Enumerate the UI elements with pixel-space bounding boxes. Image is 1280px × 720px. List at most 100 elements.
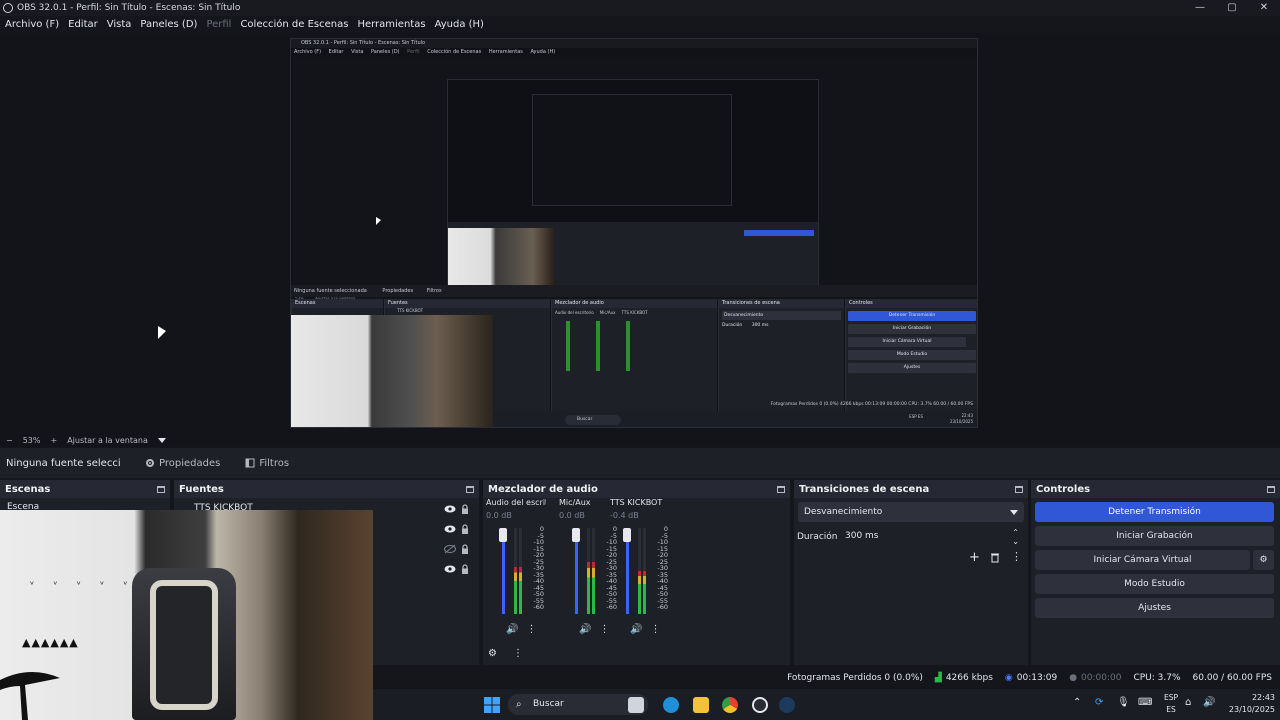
spin-down-icon[interactable]: ⌄ (1012, 533, 1019, 551)
mixer-channel: TTS KICKBOT -0.4 dB 0 -5 -10 -15 -20 -25 -30 -35-… (610, 498, 670, 643)
nested-menu-item: Colección de Escenas (427, 49, 482, 55)
trash-icon[interactable] (990, 552, 1000, 563)
clock-date: 23/10/2025 (1228, 705, 1275, 714)
eye-icon[interactable] (444, 563, 456, 575)
audio-mixer-dock: Mezclador de audio Audio del escritorio 0… (483, 480, 790, 665)
file-explorer-icon[interactable] (693, 697, 709, 713)
speaker-icon[interactable]: 🔊 (579, 624, 591, 635)
chevron-down-icon[interactable] (157, 437, 166, 443)
search-highlight-icon[interactable] (628, 697, 644, 713)
transition-selected: Desvanecimiento (804, 507, 883, 517)
volume-fader-knob[interactable] (499, 528, 507, 542)
mic-icon[interactable]: 🎙 (1117, 697, 1130, 708)
nested-transition-select: Desvanecimiento (722, 311, 841, 320)
undock-icon[interactable] (1267, 485, 1275, 493)
mixer-menu-icon[interactable]: ⋮ (513, 648, 523, 659)
signal-icon: ▟ (934, 673, 942, 683)
scenes-dock-header: Escenas (0, 480, 170, 498)
lock-icon[interactable] (459, 543, 471, 555)
eye-icon[interactable] (444, 503, 456, 515)
bitrate: 4266 kbps (945, 673, 993, 683)
record-time: 00:00:00 (1081, 673, 1122, 683)
nested-status: Fotogramas Perdidos 0 (0.0%) 4266 kbps 0… (770, 402, 973, 407)
undock-icon[interactable] (777, 485, 785, 493)
nested-meter (596, 321, 600, 371)
network-icon[interactable]: ⌂ (1185, 697, 1191, 708)
volume-icon[interactable]: 🔊 (1203, 697, 1215, 708)
chrome-icon[interactable] (722, 697, 738, 713)
clock-time: 22:43 (1251, 693, 1275, 702)
menu-editar[interactable]: Editar (68, 19, 98, 30)
channel-menu-icon[interactable]: ⋮ (650, 624, 660, 635)
add-transition-icon[interactable]: + (969, 550, 980, 565)
duration-input[interactable]: 300 ms ⌃ ⌄ (837, 527, 1023, 546)
chevron-up-icon[interactable]: ⌃ (1073, 697, 1081, 708)
keyboard-icon[interactable]: ⌨ (1138, 697, 1152, 708)
properties-button[interactable]: Propiedades (145, 458, 220, 469)
settings-button[interactable]: Ajustes (1035, 598, 1274, 618)
lock-icon[interactable] (459, 523, 471, 535)
source-toolbar: Ninguna fuente seleccionada Propiedades … (0, 448, 1280, 478)
zoom-out-button[interactable]: − (6, 436, 13, 445)
channel-menu-icon[interactable]: ⋮ (526, 624, 536, 635)
language-indicator[interactable]: ESP ES (1164, 692, 1178, 716)
zoom-in-button[interactable]: + (50, 436, 57, 445)
windows-start-icon[interactable] (484, 697, 500, 713)
window-controls: — ▢ ✕ (1184, 0, 1280, 16)
eye-hidden-icon[interactable] (444, 543, 456, 555)
steam-icon[interactable] (779, 697, 795, 713)
undock-icon[interactable] (466, 485, 474, 493)
sync-icon[interactable]: ⟳ (1095, 697, 1103, 708)
nested-stop-stream: Detener Transmisión (848, 311, 976, 321)
lock-icon[interactable] (459, 503, 471, 515)
menu-vista[interactable]: Vista (107, 19, 132, 30)
zoom-bar: − 53% + Ajustar a la ventana (0, 433, 1280, 447)
transition-menu-icon[interactable]: ⋮ (1011, 550, 1022, 563)
lang-primary: ESP (1163, 693, 1178, 702)
volume-fader-knob[interactable] (572, 528, 580, 542)
maximize-button[interactable]: ▢ (1216, 0, 1248, 16)
nested-studio-mode: Modo Estudio (848, 350, 976, 360)
undock-icon[interactable] (1015, 485, 1023, 493)
level-meter (643, 528, 646, 614)
obs-taskbar-icon[interactable] (752, 697, 768, 713)
transition-select[interactable]: Desvanecimiento (798, 502, 1024, 522)
speaker-icon[interactable]: 🔊 (506, 624, 518, 635)
nested-dock-title: Mezclador de audio (552, 299, 717, 308)
menu-archivo[interactable]: Archivo (F) (5, 19, 59, 30)
clock[interactable]: 22:43 23/10/2025 (1229, 692, 1275, 716)
nested-menu-item: Archivo (F) (294, 49, 322, 55)
virtual-camera-settings-button[interactable]: ⚙ (1253, 550, 1274, 570)
scene-transitions-dock: Transiciones de escena Desvanecimiento D… (794, 480, 1028, 665)
nested-sourcebar: Ninguna fuente seleccionada Propiedades … (291, 285, 977, 297)
nested-taskbar: Buscar ESP ES 22:43 23/10/2025 (493, 411, 977, 427)
edge-icon[interactable] (663, 697, 679, 713)
start-virtual-camera-button[interactable]: Iniciar Cámara Virtual (1035, 550, 1250, 570)
menu-perfil: Perfil (206, 18, 232, 30)
nested-preview (291, 57, 977, 312)
advanced-audio-gear-icon[interactable]: ⚙ (488, 648, 497, 659)
menu-coleccion-escenas[interactable]: Colección de Escenas (240, 19, 348, 30)
transitions-title: Transiciones de escena (799, 483, 930, 495)
filters-button[interactable]: Filtros (245, 458, 289, 469)
close-button[interactable]: ✕ (1248, 0, 1280, 16)
start-recording-button[interactable]: Iniciar Grabación (1035, 526, 1274, 546)
volume-fader-knob[interactable] (623, 528, 631, 542)
menu-ayuda[interactable]: Ayuda (H) (435, 19, 484, 30)
menu-herramientas[interactable]: Herramientas (357, 19, 425, 30)
menu-paneles[interactable]: Paneles (D) (140, 19, 197, 30)
studio-mode-button[interactable]: Modo Estudio (1035, 574, 1274, 594)
webcam-overlay: ᵛ ᵛ ᵛ ᵛ ᵛ ᵛ ▲▲▲▲▲▲ (0, 510, 373, 720)
channel-name: Audio del escritorio (486, 498, 546, 507)
lock-icon[interactable] (459, 563, 471, 575)
nested-menu-item: Perfil (407, 49, 420, 55)
speaker-icon[interactable]: 🔊 (630, 624, 642, 635)
channel-menu-icon[interactable]: ⋮ (599, 624, 609, 635)
taskbar-search[interactable]: ⌕ Buscar (508, 694, 648, 715)
undock-icon[interactable] (157, 485, 165, 493)
minimize-button[interactable]: — (1184, 0, 1216, 16)
eye-icon[interactable] (444, 523, 456, 535)
stream-time: 00:13:09 (1016, 673, 1058, 683)
fit-window-label[interactable]: Ajustar a la ventana (67, 436, 148, 445)
stop-streaming-button[interactable]: Detener Transmisión (1035, 502, 1274, 522)
